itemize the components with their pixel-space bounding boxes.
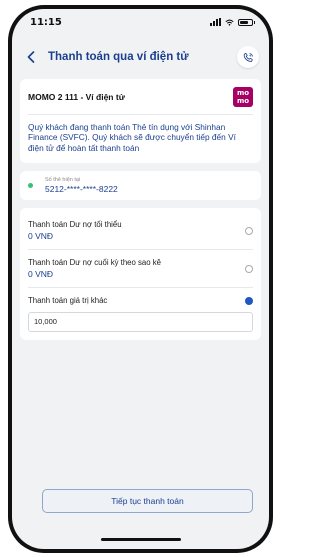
radio-statement-balance[interactable] (245, 264, 253, 273)
radio-other-amount[interactable] (245, 296, 253, 305)
support-button[interactable] (237, 46, 259, 68)
card-number-info: Số thẻ hiện tại 5212-****-****-8222 (45, 177, 118, 194)
option-value: 0 VNĐ (28, 269, 54, 280)
phone-frame: 11:15 Thanh toán qua ví điện tử MOMO 2 1… (8, 5, 273, 553)
option-other-amount[interactable]: Thanh toán giá trị khác (28, 288, 253, 311)
payment-notice: Quý khách đang thanh toán Thẻ tín dụng v… (28, 122, 236, 153)
option-label: Thanh toán giá trị khác (28, 296, 108, 306)
option-label: Thanh toán Dư nợ tối thiểu (28, 220, 122, 230)
merchant-row: MOMO 2 111 - Ví điện tử mo mo (28, 87, 253, 115)
back-button[interactable] (22, 48, 40, 66)
status-time: 11:15 (30, 16, 62, 28)
status-bar: 11:15 (12, 9, 269, 35)
option-value: 0 VNĐ (28, 231, 54, 242)
card-number-label: Số thẻ hiện tại (45, 177, 81, 184)
chevron-left-icon (27, 51, 35, 63)
status-icons (210, 18, 255, 26)
home-indicator (100, 538, 181, 541)
momo-logo: mo mo (233, 87, 253, 107)
option-statement-balance[interactable]: Thanh toán Dư nợ cuối kỳ theo sao kê 0 V… (28, 250, 253, 289)
page-title: Thanh toán qua ví điện tử (48, 51, 189, 63)
signal-icon (210, 18, 221, 26)
card-number-box: Số thẻ hiện tại 5212-****-****-8222 (20, 171, 261, 201)
radio-minimum-due[interactable] (245, 226, 253, 235)
header: Thanh toán qua ví điện tử (12, 35, 269, 79)
merchant-card: MOMO 2 111 - Ví điện tử mo mo Quý khách đ… (20, 79, 261, 164)
continue-payment-button[interactable]: Tiếp tục thanh toán (42, 489, 253, 513)
card-status-dot (28, 183, 33, 189)
option-text: Thanh toán Dư nợ cuối kỳ theo sao kê 0 V… (28, 258, 161, 279)
wifi-icon (225, 19, 234, 26)
option-text: Thanh toán Dư nợ tối thiểu 0 VNĐ (28, 220, 122, 241)
merchant-name: MOMO 2 111 - Ví điện tử (28, 92, 125, 102)
battery-icon (238, 18, 255, 26)
other-amount-input[interactable] (28, 311, 253, 332)
option-label: Thanh toán Dư nợ cuối kỳ theo sao kê (28, 258, 161, 268)
app-screen: 11:15 Thanh toán qua ví điện tử MOMO 2 1… (12, 9, 269, 549)
option-minimum-due[interactable]: Thanh toán Dư nợ tối thiểu 0 VNĐ (28, 212, 253, 251)
phone-support-icon (243, 52, 253, 62)
payment-options: Thanh toán Dư nợ tối thiểu 0 VNĐ Thanh t… (20, 208, 261, 340)
card-number-value: 5212-****-****-8222 (45, 184, 118, 195)
